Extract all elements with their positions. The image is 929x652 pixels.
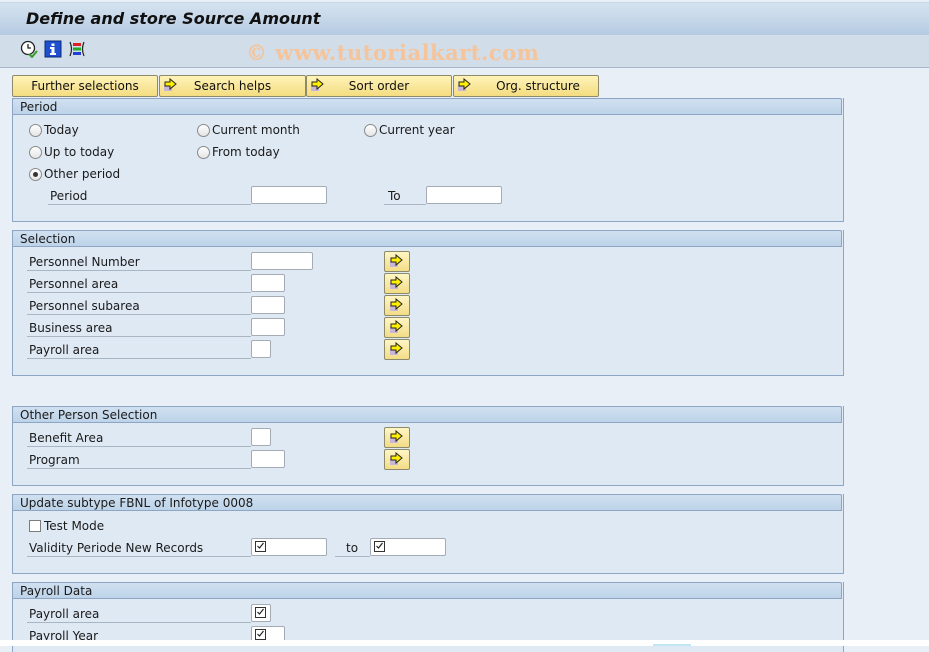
group-header: Period [12,98,842,115]
required-field-icon [255,629,266,640]
update-subtype-group: Update subtype FBNL of Infotype 0008 Tes… [12,494,844,574]
arrow-right-icon [458,78,471,91]
execute-clock-icon[interactable] [20,40,38,59]
radio-label: Up to today [44,145,115,159]
payroll-data-area-input[interactable] [251,604,271,622]
group-header: Selection [12,230,842,247]
title-bar: Define and store Source Amount [0,2,929,36]
personnel-area-multiple-selection-button[interactable] [384,273,410,294]
period-to-input[interactable] [426,186,502,204]
required-field-icon [374,541,385,552]
arrow-right-icon [390,430,403,443]
arrow-right-icon [390,320,403,333]
business-area-label: Business area [27,319,251,337]
radio-other-period[interactable] [29,168,42,181]
personnel-number-input[interactable] [251,252,313,270]
radio-label: Current month [212,123,300,137]
radio-label: Today [44,123,79,137]
personnel-number-label: Personnel Number [27,253,251,271]
validity-from-input[interactable] [251,538,327,556]
group-header: Payroll Data [12,582,842,599]
personnel-area-input[interactable] [251,274,285,292]
personnel-number-multiple-selection-button[interactable] [384,251,410,272]
sort-order-button[interactable]: Sort order [306,75,452,97]
radio-from-today[interactable] [197,146,210,159]
radio-current-year[interactable] [364,124,377,137]
group-header: Other Person Selection [12,406,842,423]
benefit-area-label: Benefit Area [27,429,251,447]
page-title: Define and store Source Amount [26,9,321,28]
radio-label: Other period [44,167,121,181]
period-from-input[interactable] [251,186,327,204]
search-helps-button[interactable]: Search helps [159,75,306,97]
personnel-subarea-input[interactable] [251,296,285,314]
org-structure-button[interactable]: Org. structure [453,75,599,97]
validity-period-label: Validity Periode New Records [27,539,251,557]
payroll-area-multiple-selection-button[interactable] [384,339,410,360]
further-selections-button[interactable]: Further selections [12,75,158,97]
info-icon[interactable] [44,40,62,58]
payroll-area-input[interactable] [251,340,271,358]
business-area-input[interactable] [251,318,285,336]
radio-up-to-today[interactable] [29,146,42,159]
required-field-icon [255,607,266,618]
arrow-right-icon [390,452,403,465]
radio-label: From today [212,145,280,159]
period-label: Period [48,187,251,205]
radio-current-month[interactable] [197,124,210,137]
application-toolbar: © www.tutorialkart.com [0,35,929,68]
benefit-area-multiple-selection-button[interactable] [384,427,410,448]
watermark: © www.tutorialkart.com [246,40,540,65]
other-person-selection-group: Other Person Selection Benefit Area Prog… [12,406,844,486]
validity-to-label: to [335,539,370,557]
test-mode-label: Test Mode [44,519,105,533]
benefit-area-input[interactable] [251,428,271,446]
payroll-area-label: Payroll area [27,341,251,359]
business-area-multiple-selection-button[interactable] [384,317,410,338]
period-group: Period Today Current month Current year … [12,98,844,222]
group-header: Update subtype FBNL of Infotype 0008 [12,494,842,511]
payroll-data-area-label: Payroll area [27,605,251,623]
radio-label: Current year [379,123,455,137]
validity-to-input[interactable] [370,538,446,556]
radio-today[interactable] [29,124,42,137]
selection-group: Selection Personnel Number Personnel are… [12,230,844,376]
arrow-right-icon [390,254,403,267]
personnel-subarea-label: Personnel subarea [27,297,251,315]
arrow-right-icon [390,276,403,289]
personnel-subarea-multiple-selection-button[interactable] [384,295,410,316]
personnel-area-label: Personnel area [27,275,251,293]
selection-options-icon[interactable] [68,40,86,58]
arrow-right-icon [390,298,403,311]
program-multiple-selection-button[interactable] [384,449,410,470]
required-field-icon [255,541,266,552]
program-input[interactable] [251,450,285,468]
status-bar-edge [0,640,929,646]
arrow-right-icon [390,342,403,355]
period-to-label: To [384,187,426,205]
test-mode-checkbox[interactable] [29,520,41,532]
program-label: Program [27,451,251,469]
